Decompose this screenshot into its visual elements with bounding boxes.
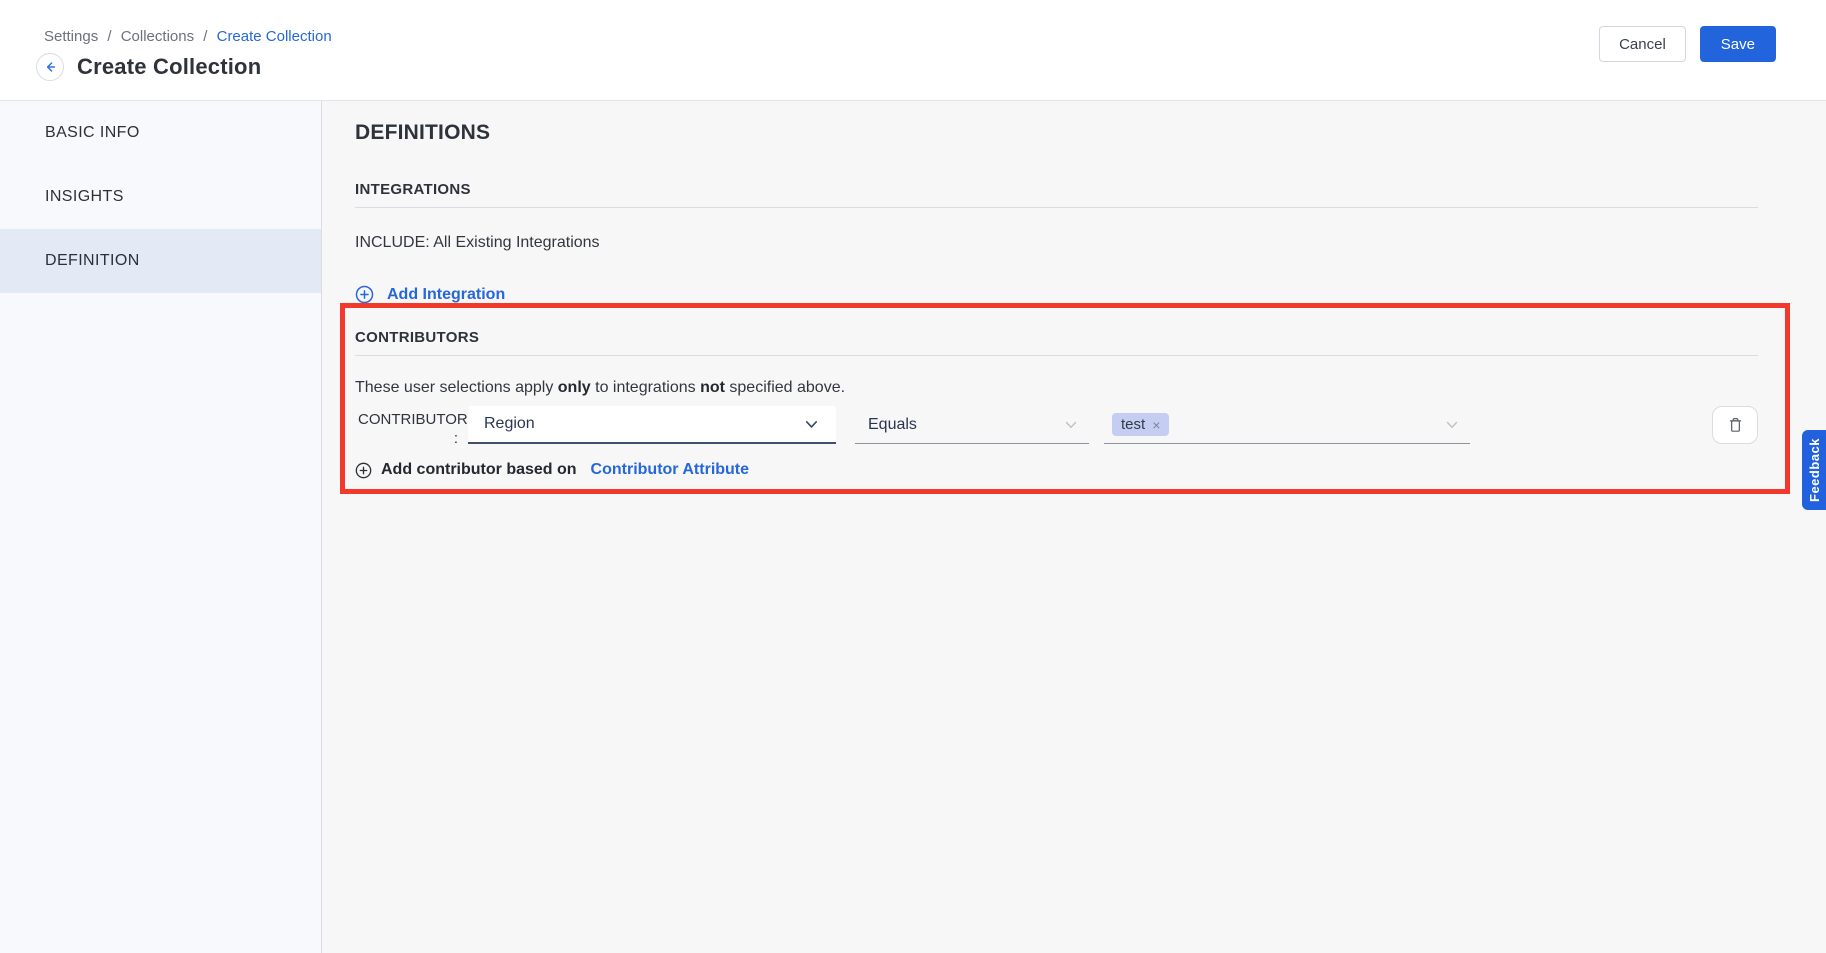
add-integration-label: Add Integration [387,286,505,304]
feedback-tab-label: Feedback [1807,438,1822,502]
trash-icon [1728,416,1743,434]
attribute-select[interactable]: Region [468,406,836,444]
breadcrumb-separator: / [203,28,207,45]
add-integration-button[interactable]: Add Integration [355,285,505,304]
value-tag-label: test [1121,416,1145,433]
chevron-down-icon [1063,417,1079,433]
integrations-include-text: INCLUDE: All Existing Integrations [355,234,1758,252]
contributor-attribute-link[interactable]: Contributor Attribute [591,461,749,479]
note-bold-only: only [558,379,591,396]
contributor-row-label: CONTRIBUTOR : [358,406,458,448]
contributors-note: These user selections apply only to inte… [355,379,1758,397]
operator-select-value: Equals [868,416,1063,434]
contributor-label-colon: : [358,429,458,448]
page-title: Create Collection [77,54,261,80]
add-contributor-prefix: Add contributor based on [381,461,577,479]
note-text: to integrations [591,379,700,396]
note-bold-not: not [700,379,725,396]
integrations-section-heading: INTEGRATIONS [355,181,1758,208]
header-actions: Cancel Save [1599,26,1776,62]
breadcrumb-current[interactable]: Create Collection [217,28,332,45]
save-button[interactable]: Save [1700,26,1776,62]
breadcrumb: Settings / Collections / Create Collecti… [44,28,332,45]
value-tag: test × [1112,413,1169,436]
breadcrumb-settings[interactable]: Settings [44,28,98,45]
back-button[interactable] [36,53,64,81]
chevron-down-icon [1444,417,1460,433]
chevron-down-icon [803,416,820,433]
arrow-left-icon [43,60,57,74]
value-multiselect[interactable]: test × [1104,406,1470,444]
contributors-section-heading: CONTRIBUTORS [355,329,1758,356]
delete-rule-button[interactable] [1712,406,1758,444]
plus-circle-icon [355,462,372,479]
breadcrumb-separator: / [107,28,111,45]
feedback-tab[interactable]: Feedback [1802,430,1826,510]
note-text: These user selections apply [355,379,558,396]
contributor-rule-row: CONTRIBUTOR : Region Equals test × [355,406,1758,448]
main-content: DEFINITIONS INTEGRATIONS INCLUDE: All Ex… [323,101,1826,953]
cancel-button[interactable]: Cancel [1599,26,1686,62]
page-header: Settings / Collections / Create Collecti… [0,0,1826,101]
attribute-select-value: Region [484,415,803,433]
settings-sidebar: BASIC INFO INSIGHTS DEFINITION [0,101,322,953]
contributor-label-text: CONTRIBUTOR [358,410,458,429]
sidebar-item-insights[interactable]: INSIGHTS [0,165,321,229]
close-icon[interactable]: × [1152,418,1160,432]
sidebar-item-definition[interactable]: DEFINITION [0,229,321,293]
breadcrumb-collections[interactable]: Collections [121,28,194,45]
plus-circle-icon [355,285,374,304]
note-text: specified above. [725,379,845,396]
definitions-panel: DEFINITIONS INTEGRATIONS INCLUDE: All Ex… [323,101,1826,479]
sidebar-item-basic-info[interactable]: BASIC INFO [0,101,321,165]
definitions-heading: DEFINITIONS [355,121,1758,145]
add-contributor-button[interactable]: Add contributor based on Contributor Attr… [355,461,749,479]
title-row: Create Collection [36,53,261,81]
operator-select[interactable]: Equals [855,406,1089,444]
